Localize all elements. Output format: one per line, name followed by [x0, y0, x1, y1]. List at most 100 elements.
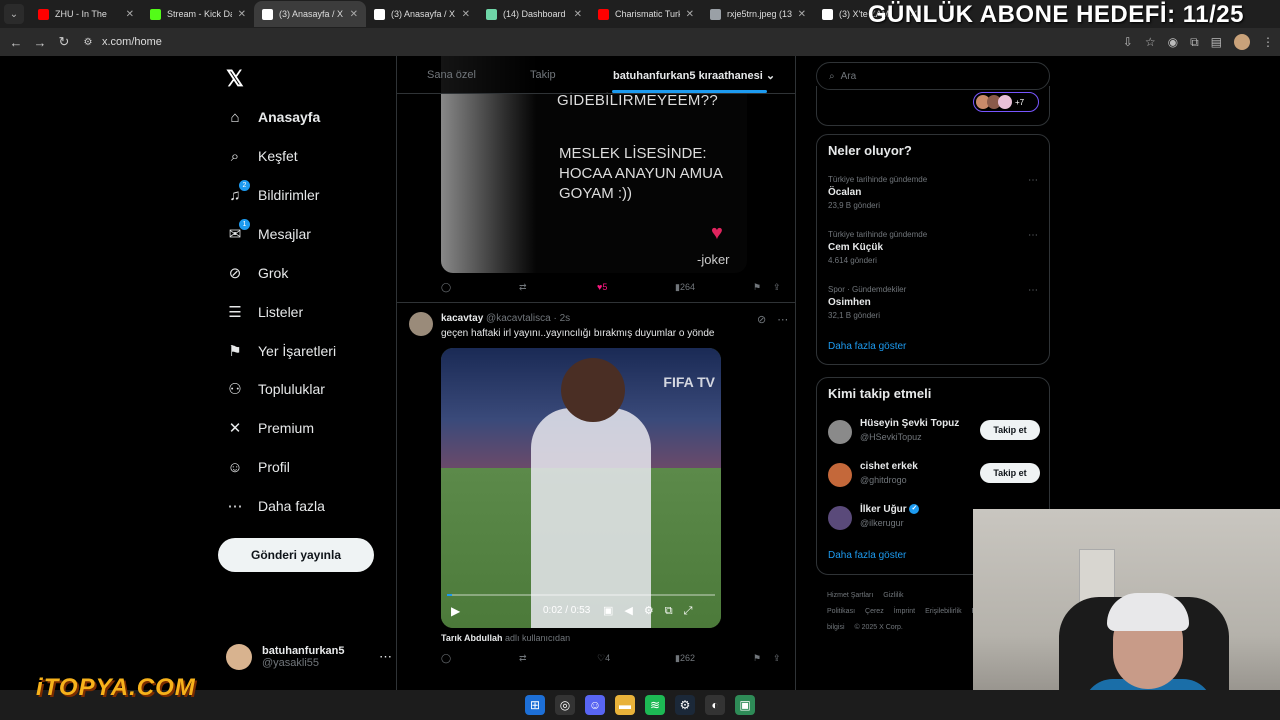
- show-more-link[interactable]: Daha fazla göster: [828, 341, 906, 352]
- url-field[interactable]: x.com/home: [102, 36, 162, 48]
- footer-link[interactable]: İmprint: [894, 608, 915, 615]
- tab-following[interactable]: Takip: [530, 69, 556, 81]
- captions-icon[interactable]: ▣: [603, 605, 624, 617]
- reply-icon[interactable]: ◯: [441, 282, 451, 293]
- reply-icon[interactable]: ◯: [441, 653, 451, 664]
- more-dots-icon[interactable]: ⋯: [777, 314, 788, 326]
- trend-item[interactable]: Türkiye tarihinde gündemde Öcalan 23,9 B g…: [828, 175, 1038, 210]
- browser-tab[interactable]: Charismatic Turkis ✕: [590, 1, 702, 27]
- browser-tab[interactable]: (3) Anasayfa / X ✕: [254, 1, 366, 27]
- search-input[interactable]: ⌕ Ara: [816, 62, 1050, 90]
- volume-icon[interactable]: ◀: [624, 605, 643, 617]
- like-button[interactable]: ♥ 5: [597, 282, 607, 292]
- retweet-icon[interactable]: ⇄: [519, 282, 527, 293]
- browser-tab[interactable]: rxje5trn.jpeg (132 ✕: [702, 1, 814, 27]
- browser-tab[interactable]: (3) Anasayfa / X ✕: [366, 1, 478, 27]
- nav-item-more-circle[interactable]: ⋯ Daha fazla: [226, 497, 325, 515]
- puzzle-extensions-icon[interactable]: ⧉: [1190, 35, 1199, 50]
- star-bookmark-icon[interactable]: ☆: [1145, 35, 1156, 49]
- app-icon[interactable]: ▣: [735, 695, 755, 715]
- chrome-icon[interactable]: ◎: [555, 695, 575, 715]
- settings-icon[interactable]: ⚙: [644, 605, 665, 617]
- close-icon[interactable]: ✕: [462, 9, 470, 20]
- close-icon[interactable]: ✕: [350, 9, 358, 20]
- nav-item-user[interactable]: ☺ Profil: [226, 458, 290, 476]
- avatar-stack[interactable]: +7: [973, 92, 1039, 112]
- nav-item-bell[interactable]: ♫ 2 Bildirimler: [226, 180, 319, 204]
- x-logo-icon[interactable]: 𝕏: [226, 66, 244, 92]
- browser-tab[interactable]: (14) Dashboard / ✕: [478, 1, 590, 27]
- folder-icon[interactable]: ▬: [615, 695, 635, 715]
- browser-tab[interactable]: Stream - Kick Das ✕: [142, 1, 254, 27]
- discord-icon[interactable]: ☺: [585, 695, 605, 715]
- close-icon[interactable]: ✕: [686, 9, 694, 20]
- footer-link[interactable]: Erişilebilirlik: [925, 608, 962, 615]
- show-more-link[interactable]: Daha fazla göster: [828, 550, 906, 561]
- nav-item-home[interactable]: ⌂ Anasayfa: [226, 108, 320, 126]
- install-icon[interactable]: ⇩: [1123, 35, 1133, 49]
- video-player[interactable]: FIFA TV ▶ 0:02 / 0:53 ▣◀⚙⧉⤢: [441, 348, 721, 628]
- windows-start-icon[interactable]: ⊞: [525, 695, 545, 715]
- nav-item-communities[interactable]: ⚇ Topluluklar: [226, 380, 325, 398]
- more-dots-icon[interactable]: ⋯: [1028, 175, 1038, 186]
- nav-item-bookmark[interactable]: ⚑ Yer İşaretleri: [226, 342, 336, 360]
- post-button[interactable]: Gönderi yayınla: [218, 538, 374, 572]
- close-icon[interactable]: ✕: [126, 9, 134, 20]
- footer-link[interactable]: Hizmet Şartları: [827, 592, 873, 599]
- tweet-time[interactable]: 2s: [560, 313, 571, 324]
- share-icon[interactable]: ⇪: [773, 653, 781, 664]
- profile-avatar[interactable]: [1234, 34, 1250, 50]
- browser-menu-icon[interactable]: ⋮: [1262, 35, 1274, 49]
- site-info-icon[interactable]: ⚙: [76, 37, 100, 48]
- who-to-follow-item[interactable]: cishet erkek @ghitdrogo Takip et: [828, 461, 1040, 493]
- nav-item-grok[interactable]: ⊘ Grok: [226, 264, 289, 282]
- tweet-author[interactable]: kacavtay: [441, 313, 483, 324]
- bookmark-icon[interactable]: ⚑: [753, 653, 761, 664]
- pip-icon[interactable]: ⧉: [665, 605, 684, 617]
- fullscreen-icon[interactable]: ⤢: [684, 605, 704, 617]
- reload-icon[interactable]: ↻: [52, 34, 76, 50]
- sidebar-panel-icon[interactable]: ▤: [1211, 35, 1222, 49]
- tab-community[interactable]: batuhanfurkan5 kıraathanesi ⌄: [613, 69, 775, 82]
- tab-search-dropdown[interactable]: ⌄: [4, 4, 24, 24]
- more-dots-icon[interactable]: ⋯: [1028, 230, 1038, 241]
- footer-link[interactable]: Çerez: [865, 608, 884, 615]
- steam-icon[interactable]: ⚙: [675, 695, 695, 715]
- account-switcher[interactable]: batuhanfurkan5 @yasakli55 ⋯: [226, 644, 392, 670]
- nav-item-list[interactable]: ☰ Listeler: [226, 303, 303, 321]
- grok-icon[interactable]: ⊘: [757, 314, 766, 326]
- trend-item[interactable]: Türkiye tarihinde gündemde Cem Küçük 4.614…: [828, 230, 1038, 265]
- video-progress-bar[interactable]: [447, 594, 715, 596]
- obs-icon[interactable]: ◐: [705, 695, 725, 715]
- footer-link[interactable]: © 2025 X Corp.: [855, 624, 903, 631]
- more-dots-icon[interactable]: ⋯: [379, 649, 392, 665]
- follow-button[interactable]: Takip et: [980, 420, 1040, 440]
- follow-button[interactable]: Takip et: [980, 463, 1040, 483]
- retweet-icon[interactable]: ⇄: [519, 653, 527, 664]
- views-button[interactable]: ▮ 262: [675, 653, 695, 664]
- close-icon[interactable]: ✕: [238, 9, 246, 20]
- close-icon[interactable]: ✕: [798, 9, 806, 20]
- extension-icon[interactable]: ◉: [1168, 35, 1178, 49]
- nav-item-search[interactable]: ⌕ Keşfet: [226, 147, 298, 165]
- tab-for-you[interactable]: Sana özel: [427, 69, 476, 81]
- more-dots-icon[interactable]: ⋯: [1028, 285, 1038, 296]
- browser-tab[interactable]: ZHU - In The ✕: [30, 1, 142, 27]
- like-button[interactable]: ♡ 4: [597, 653, 610, 664]
- bookmark-icon[interactable]: ⚑: [753, 282, 761, 293]
- credit-user[interactable]: Tarık Abdullah: [441, 633, 503, 643]
- play-icon[interactable]: ▶: [451, 604, 460, 618]
- close-icon[interactable]: ✕: [574, 9, 582, 20]
- tweet-handle[interactable]: @kacavtalisca: [486, 313, 551, 324]
- avatar[interactable]: [409, 312, 433, 336]
- forward-arrow-icon[interactable]: →: [28, 35, 52, 50]
- back-arrow-icon[interactable]: ←: [4, 35, 28, 50]
- share-icon[interactable]: ⇪: [773, 282, 781, 293]
- spotify-icon[interactable]: ≋: [645, 695, 665, 715]
- who-to-follow-item[interactable]: Hüseyin Şevki Topuz @HSevkiTopuz Takip et: [828, 418, 1040, 450]
- nav-item-x-logo[interactable]: ✕ Premium: [226, 419, 314, 437]
- nav-item-mail[interactable]: ✉ 1 Mesajlar: [226, 219, 311, 243]
- views-button[interactable]: ▮ 264: [675, 282, 695, 293]
- spaces-card[interactable]: +7: [816, 86, 1050, 126]
- trend-item[interactable]: Spor · Gündemdekiler Osimhen 32,1 B gönder…: [828, 285, 1038, 320]
